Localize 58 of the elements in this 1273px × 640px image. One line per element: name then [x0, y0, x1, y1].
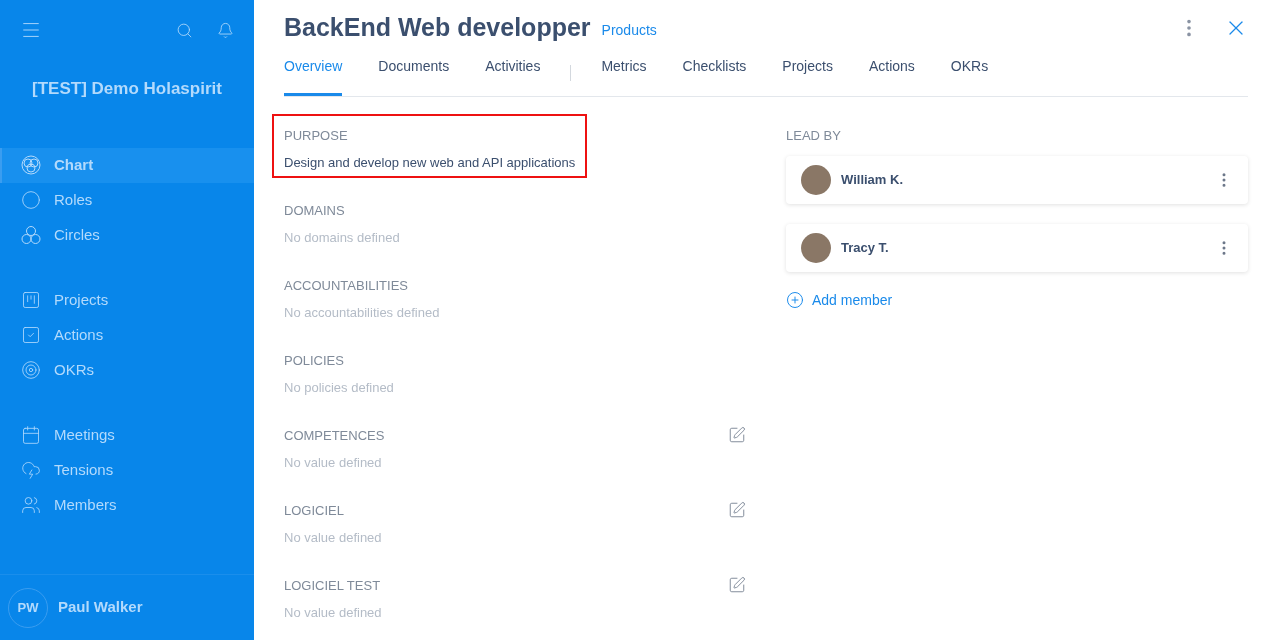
tab[interactable]: Metrics [601, 56, 647, 96]
sidebar-item[interactable]: OKRs [0, 352, 254, 388]
section-heading: COMPETENCES [284, 427, 385, 445]
sidebar-item[interactable]: Tensions [0, 452, 254, 488]
bell-icon[interactable] [217, 21, 234, 39]
edit-icon[interactable] [728, 426, 746, 444]
people-icon [21, 495, 41, 515]
add-member-button[interactable]: Add member [786, 289, 1248, 311]
user-name: Paul Walker [58, 597, 143, 618]
section-value: Design and develop new web and API applications [284, 153, 576, 172]
tab[interactable]: Projects [782, 56, 833, 96]
tab[interactable]: Activities [485, 56, 541, 96]
sidebar-item[interactable]: Circles [0, 217, 254, 253]
member-card[interactable]: William K. [786, 155, 1248, 204]
section-value: No value defined [284, 453, 383, 472]
section-value: No value defined [284, 528, 382, 547]
tab[interactable]: Checklists [682, 56, 747, 96]
circle-icon [21, 190, 41, 210]
edit-icon[interactable] [728, 576, 746, 594]
tab[interactable]: Overview [284, 56, 343, 96]
section-heading: POLICIES [284, 352, 345, 370]
member-card[interactable]: Tracy T. [786, 223, 1248, 272]
section-heading: PURPOSE [284, 127, 349, 145]
member-name: Tracy T. [841, 238, 889, 257]
section-heading: LOGICIEL TEST [284, 577, 382, 595]
section-value: No domains defined [284, 228, 400, 247]
section-heading: LOGICIEL [284, 502, 345, 520]
search-icon[interactable] [176, 21, 193, 39]
section-heading: ACCOUNTABILITIES [284, 277, 409, 295]
section-heading: LEAD BY [786, 127, 842, 145]
sidebar-item[interactable]: Chart [0, 147, 254, 183]
circle-link[interactable]: Products [601, 19, 657, 41]
avatar-placeholder [801, 232, 831, 263]
plus-icon [786, 291, 804, 309]
section-value: No policies defined [284, 378, 394, 397]
sidebar-item[interactable]: Members [0, 487, 254, 523]
board-icon [21, 290, 41, 310]
sidebar-item[interactable]: Roles [0, 182, 254, 218]
cloud-lightning-icon [21, 460, 41, 480]
tab[interactable]: Documents [378, 56, 450, 96]
member-name: William K. [841, 170, 903, 189]
section-value: No value defined [284, 603, 382, 622]
target-icon [21, 360, 41, 380]
edit-icon[interactable] [728, 501, 746, 519]
avatar-placeholder [801, 164, 831, 195]
section-value: No accountabilities defined [284, 303, 440, 322]
sidebar-item[interactable]: Meetings [0, 417, 254, 453]
tab[interactable]: OKRs [950, 56, 989, 96]
chart-icon [21, 155, 41, 175]
section-heading: DOMAINS [284, 202, 346, 220]
tab[interactable]: Actions [868, 56, 915, 96]
sidebar-item[interactable]: Actions [0, 317, 254, 353]
checkbox-icon [21, 325, 41, 345]
sidebar-item[interactable]: Projects [0, 282, 254, 318]
calendar-icon [21, 425, 41, 445]
circles-icon [21, 225, 41, 245]
organization-name: [TEST] Demo Holaspirit [31, 78, 223, 100]
role-title: BackEnd Web developper [284, 12, 591, 44]
